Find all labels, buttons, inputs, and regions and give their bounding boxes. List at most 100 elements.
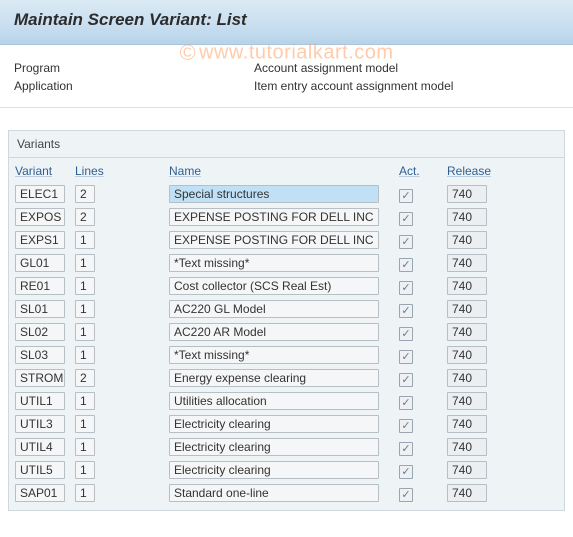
table-row[interactable]: UTIL4 1 Electricity clearing 740 — [9, 437, 564, 460]
name-cell[interactable]: Cost collector (SCS Real Est) — [169, 277, 379, 295]
table-row[interactable]: EXPS1 1 EXPENSE POSTING FOR DELL INC 740 — [9, 230, 564, 253]
section-title: Variants — [9, 131, 564, 158]
lines-cell[interactable]: 1 — [75, 254, 95, 272]
lines-cell[interactable]: 1 — [75, 484, 95, 502]
variant-cell[interactable]: EXPS1 — [15, 231, 65, 249]
header-fields: Program Account assignment model Applica… — [0, 45, 573, 108]
release-cell: 740 — [447, 323, 487, 341]
release-cell: 740 — [447, 231, 487, 249]
col-header-name[interactable]: Name — [169, 164, 399, 178]
table-row[interactable]: SL01 1 AC220 GL Model 740 — [9, 299, 564, 322]
variant-cell[interactable]: UTIL3 — [15, 415, 65, 433]
release-cell: 740 — [447, 277, 487, 295]
name-cell[interactable]: EXPENSE POSTING FOR DELL INC — [169, 231, 379, 249]
active-checkbox[interactable] — [399, 281, 413, 295]
active-checkbox[interactable] — [399, 373, 413, 387]
name-cell[interactable]: *Text missing* — [169, 254, 379, 272]
col-header-lines[interactable]: Lines — [75, 164, 169, 178]
table-row[interactable]: SAP01 1 Standard one-line 740 — [9, 483, 564, 506]
col-header-release[interactable]: Release — [447, 164, 527, 178]
lines-cell[interactable]: 1 — [75, 323, 95, 341]
variant-cell[interactable]: UTIL5 — [15, 461, 65, 479]
release-cell: 740 — [447, 438, 487, 456]
active-checkbox[interactable] — [399, 442, 413, 456]
table-row[interactable]: SL02 1 AC220 AR Model 740 — [9, 322, 564, 345]
table-row[interactable]: UTIL3 1 Electricity clearing 740 — [9, 414, 564, 437]
active-checkbox[interactable] — [399, 304, 413, 318]
variant-cell[interactable]: SL01 — [15, 300, 65, 318]
page-title: Maintain Screen Variant: List — [14, 10, 559, 30]
variant-cell[interactable]: STROM — [15, 369, 65, 387]
table-row[interactable]: STROM 2 Energy expense clearing 740 — [9, 368, 564, 391]
active-checkbox[interactable] — [399, 235, 413, 249]
variants-section: Variants Variant Lines Name Act. Release… — [8, 130, 565, 511]
active-checkbox[interactable] — [399, 350, 413, 364]
lines-cell[interactable]: 1 — [75, 346, 95, 364]
active-checkbox[interactable] — [399, 396, 413, 410]
name-cell[interactable]: Electricity clearing — [169, 415, 379, 433]
field-row-application: Application Item entry account assignmen… — [14, 79, 559, 93]
release-cell: 740 — [447, 461, 487, 479]
lines-cell[interactable]: 1 — [75, 300, 95, 318]
program-value: Account assignment model — [254, 61, 398, 75]
release-cell: 740 — [447, 208, 487, 226]
release-cell: 740 — [447, 346, 487, 364]
active-checkbox[interactable] — [399, 465, 413, 479]
lines-cell[interactable]: 2 — [75, 185, 95, 203]
table-row[interactable]: SL03 1 *Text missing* 740 — [9, 345, 564, 368]
table-row[interactable]: GL01 1 *Text missing* 740 — [9, 253, 564, 276]
release-cell: 740 — [447, 415, 487, 433]
name-cell[interactable]: Electricity clearing — [169, 438, 379, 456]
application-label: Application — [14, 79, 254, 93]
program-label: Program — [14, 61, 254, 75]
variant-cell[interactable]: EXPOS — [15, 208, 65, 226]
lines-cell[interactable]: 1 — [75, 392, 95, 410]
variant-cell[interactable]: SAP01 — [15, 484, 65, 502]
name-cell[interactable]: Standard one-line — [169, 484, 379, 502]
title-bar: Maintain Screen Variant: List — [0, 0, 573, 45]
table-row[interactable]: ELEC12Special structures740 — [9, 184, 564, 207]
release-cell: 740 — [447, 254, 487, 272]
name-cell[interactable]: *Text missing* — [169, 346, 379, 364]
lines-cell[interactable]: 2 — [75, 369, 95, 387]
table-row[interactable]: UTIL1 1 Utilities allocation 740 — [9, 391, 564, 414]
name-cell[interactable]: Energy expense clearing — [169, 369, 379, 387]
name-cell[interactable]: EXPENSE POSTING FOR DELL INC — [169, 208, 379, 226]
lines-cell[interactable]: 1 — [75, 415, 95, 433]
name-cell[interactable]: Special structures — [169, 185, 379, 203]
lines-cell[interactable]: 1 — [75, 438, 95, 456]
release-cell: 740 — [447, 369, 487, 387]
active-checkbox[interactable] — [399, 488, 413, 502]
release-cell: 740 — [447, 484, 487, 502]
name-cell[interactable]: AC220 GL Model — [169, 300, 379, 318]
variant-cell[interactable]: SL03 — [15, 346, 65, 364]
variant-cell[interactable]: ELEC1 — [15, 185, 65, 203]
variant-cell[interactable]: UTIL1 — [15, 392, 65, 410]
release-cell: 740 — [447, 300, 487, 318]
field-row-program: Program Account assignment model — [14, 61, 559, 75]
name-cell[interactable]: Electricity clearing — [169, 461, 379, 479]
active-checkbox[interactable] — [399, 327, 413, 341]
table-row[interactable]: EXPOS 2 EXPENSE POSTING FOR DELL INC 740 — [9, 207, 564, 230]
lines-cell[interactable]: 2 — [75, 208, 95, 226]
variant-cell[interactable]: GL01 — [15, 254, 65, 272]
variants-grid: Variant Lines Name Act. Release ELEC1 2 Sp… — [9, 158, 564, 506]
name-cell[interactable]: AC220 AR Model — [169, 323, 379, 341]
active-checkbox[interactable] — [399, 258, 413, 272]
col-header-act[interactable]: Act. — [399, 164, 447, 178]
lines-cell[interactable]: 1 — [75, 277, 95, 295]
variant-cell[interactable]: SL02 — [15, 323, 65, 341]
active-checkbox[interactable] — [399, 189, 413, 203]
active-checkbox[interactable] — [399, 212, 413, 226]
table-row[interactable]: UTIL5 1 Electricity clearing 740 — [9, 460, 564, 483]
lines-cell[interactable]: 1 — [75, 231, 95, 249]
active-checkbox[interactable] — [399, 419, 413, 433]
variant-cell[interactable]: UTIL4 — [15, 438, 65, 456]
table-row[interactable]: RE01 1 Cost collector (SCS Real Est) 740 — [9, 276, 564, 299]
col-header-variant[interactable]: Variant — [15, 164, 75, 178]
variant-cell[interactable]: RE01 — [15, 277, 65, 295]
lines-cell[interactable]: 1 — [75, 461, 95, 479]
grid-header: Variant Lines Name Act. Release — [9, 158, 564, 184]
name-cell[interactable]: Utilities allocation — [169, 392, 379, 410]
release-cell: 740 — [447, 392, 487, 410]
